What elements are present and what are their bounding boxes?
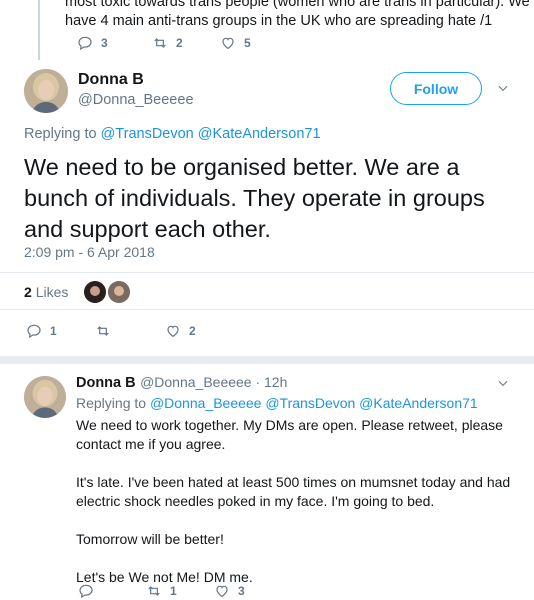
liker-avatar-image xyxy=(84,281,106,303)
retweet-count: 2 xyxy=(176,36,183,50)
heart-icon xyxy=(222,37,234,50)
retweet-count: 1 xyxy=(170,584,177,598)
retweet-icon xyxy=(97,326,109,336)
divider xyxy=(0,309,534,310)
likes-count: 2 xyxy=(24,284,32,300)
replying-to-users[interactable]: @Donna_Beeeee @TransDevon @KateAnderson7… xyxy=(150,395,478,411)
reply-icon xyxy=(79,584,93,599)
reply-handle-time[interactable]: @Donna_Beeeee · 12h xyxy=(140,374,287,390)
tweet-text: We need to be organised better. We are a… xyxy=(24,154,485,242)
reply-tweet-actions: 1 3 xyxy=(78,583,245,599)
chevron-down-icon xyxy=(498,85,508,92)
retweet-button[interactable]: 1 xyxy=(146,583,214,599)
avatar-image xyxy=(24,376,66,418)
previous-tweet-line-1: most toxic towards trans people (women w… xyxy=(65,0,534,10)
liker-avatar-image xyxy=(108,281,130,303)
like-button[interactable]: 5 xyxy=(220,35,251,51)
avatar-image xyxy=(24,69,68,113)
reply-button[interactable] xyxy=(78,583,146,599)
reply-paragraph: It's late. I've been hated at least 500 … xyxy=(76,474,511,509)
likes-label: Likes xyxy=(35,284,69,300)
heart-icon xyxy=(216,585,228,598)
like-count: 5 xyxy=(244,36,251,50)
retweet-button[interactable]: 2 xyxy=(152,35,220,51)
retweet-button[interactable] xyxy=(95,323,165,339)
avatar[interactable] xyxy=(24,69,68,113)
reply-paragraph: We need to work together. My DMs are ope… xyxy=(76,417,503,452)
replying-to-prefix: Replying to xyxy=(76,395,147,411)
reply-icon xyxy=(27,324,41,339)
retweet-icon xyxy=(154,38,166,48)
heart-icon xyxy=(167,325,179,338)
reply-count: 1 xyxy=(50,324,57,338)
like-button[interactable]: 2 xyxy=(165,323,196,339)
thread-connector-line xyxy=(38,0,40,60)
like-button[interactable]: 3 xyxy=(214,583,245,599)
previous-tweet-line-2: have 4 main anti-trans groups in the UK … xyxy=(65,13,493,29)
section-divider xyxy=(0,356,534,364)
more-options-button[interactable] xyxy=(496,81,510,100)
previous-tweet-actions: 3 2 5 xyxy=(77,35,251,51)
reply-tweet-text: We need to work together. My DMs are ope… xyxy=(76,416,526,600)
reply-header: Donna B @Donna_Beeeee · 12h xyxy=(76,374,287,392)
reply-icon xyxy=(78,36,92,51)
likes-summary[interactable]: 2 Likes xyxy=(24,284,68,300)
like-count: 3 xyxy=(238,584,245,598)
reply-more-options-button[interactable] xyxy=(496,376,510,395)
replying-to: Replying to @TransDevon @KateAnderson71 xyxy=(24,126,321,142)
tweet-timestamp[interactable]: 2:09 pm - 6 Apr 2018 xyxy=(24,244,155,260)
retweet-icon xyxy=(148,586,160,596)
replying-to-prefix: Replying to xyxy=(24,126,97,142)
reply-button[interactable]: 1 xyxy=(26,323,95,339)
reply-paragraph: Tomorrow will be better! xyxy=(76,531,224,547)
divider xyxy=(0,272,534,273)
reply-replying-to: Replying to @Donna_Beeeee @TransDevon @K… xyxy=(76,395,478,411)
author-handle[interactable]: @Donna_Beeeee xyxy=(78,92,194,108)
author-name[interactable]: Donna B xyxy=(78,71,144,89)
previous-tweet-text: most toxic towards trans people (women w… xyxy=(65,0,534,31)
chevron-down-icon xyxy=(498,380,508,387)
reply-count: 3 xyxy=(101,36,108,50)
liker-avatar[interactable] xyxy=(84,281,106,303)
liker-avatar[interactable] xyxy=(108,281,130,303)
reply-avatar[interactable] xyxy=(24,376,66,418)
reply-button[interactable]: 3 xyxy=(77,35,152,51)
tweet-actions: 1 2 xyxy=(26,323,196,339)
replying-to-users[interactable]: @TransDevon @KateAnderson71 xyxy=(101,126,321,142)
follow-button[interactable]: Follow xyxy=(390,72,482,105)
reply-author-name[interactable]: Donna B xyxy=(76,375,136,391)
like-count: 2 xyxy=(189,324,196,338)
